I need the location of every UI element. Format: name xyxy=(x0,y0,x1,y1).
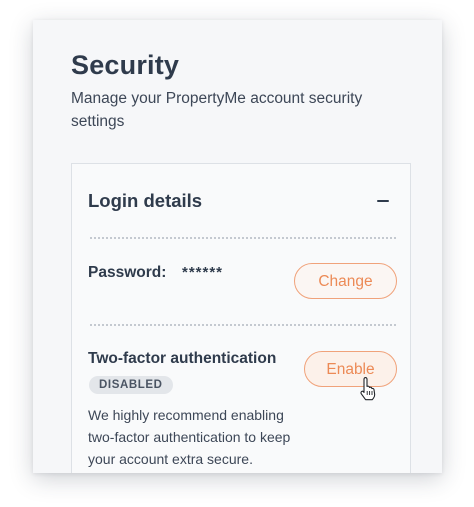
hand-pointer-icon xyxy=(360,377,376,401)
divider xyxy=(90,237,396,239)
page-subtitle: Manage your PropertyMe account security … xyxy=(71,90,363,130)
page-title: Security xyxy=(71,50,180,80)
password-value: ****** xyxy=(182,264,224,281)
password-label: Password: xyxy=(88,264,167,281)
card-title: Login details xyxy=(88,190,203,211)
minus-icon xyxy=(377,200,389,202)
change-password-button[interactable]: Change xyxy=(294,263,397,299)
two-factor-description: We highly recommend enabling two-factor … xyxy=(88,407,291,467)
two-factor-label: Two-factor authentication xyxy=(88,350,277,367)
security-panel: Security Manage your PropertyMe account … xyxy=(33,20,442,473)
status-badge: DISABLED xyxy=(89,376,173,394)
collapse-button[interactable] xyxy=(376,200,390,212)
login-details-card: Login details Password: ****** Change Tw… xyxy=(71,163,411,473)
enable-two-factor-button[interactable]: Enable xyxy=(304,351,397,387)
divider xyxy=(90,324,396,326)
screen: Security Manage your PropertyMe account … xyxy=(0,0,474,507)
